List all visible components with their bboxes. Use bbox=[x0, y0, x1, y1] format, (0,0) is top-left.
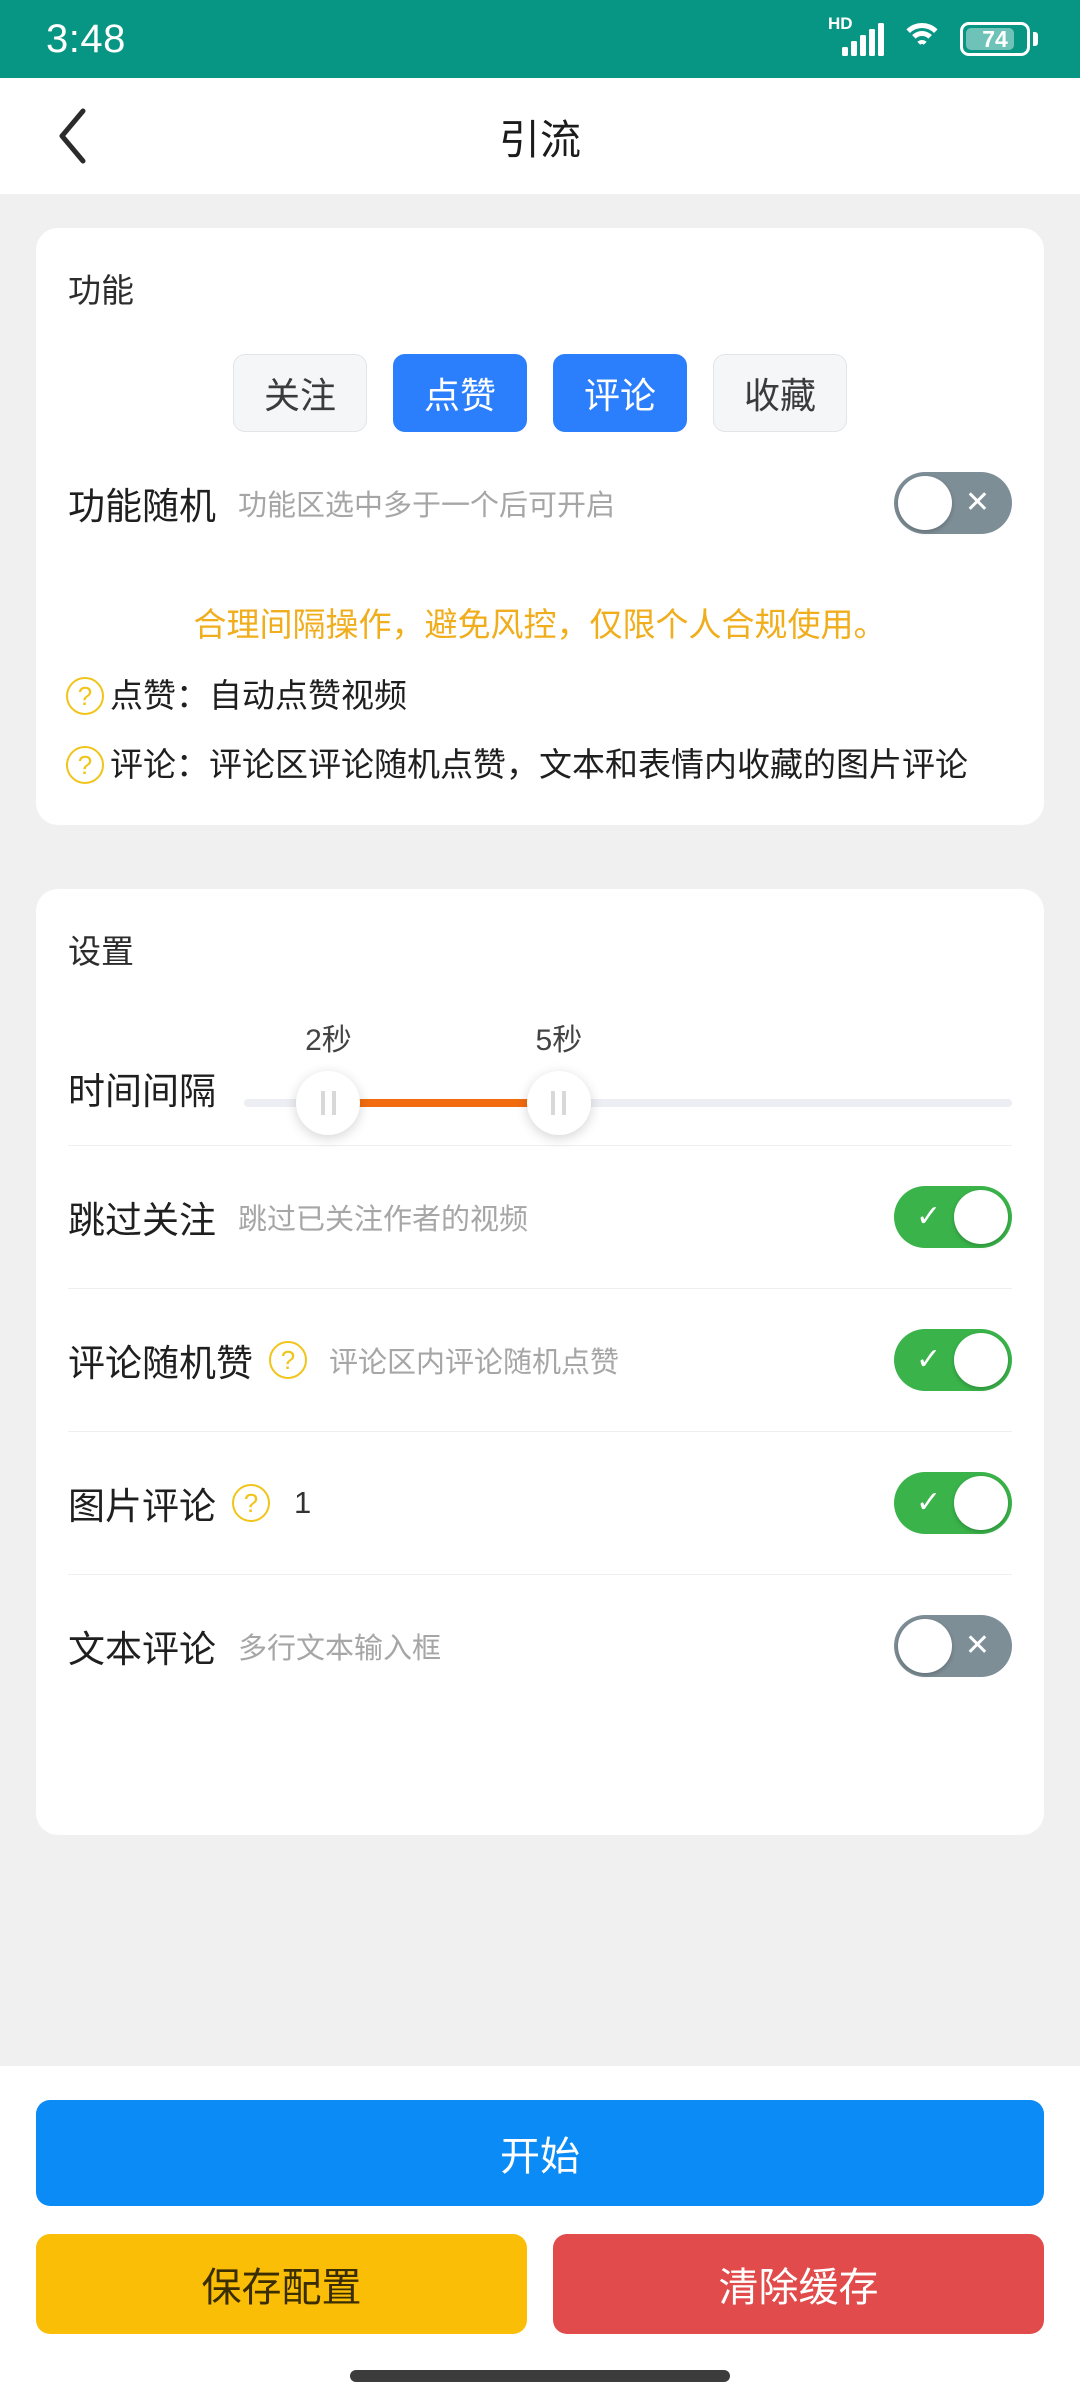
check-icon: ✓ bbox=[916, 1343, 942, 1377]
row-comment-random-like[interactable]: 评论随机赞 ? 评论区内评论随机点赞 ✓ bbox=[36, 1289, 1044, 1431]
row-function-random-label: 功能随机 bbox=[68, 486, 216, 527]
cross-icon: ✕ bbox=[964, 1629, 990, 1663]
question-circle-icon: ? bbox=[66, 746, 104, 785]
toggle-function-random[interactable]: ✕ bbox=[894, 472, 1012, 534]
check-icon: ✓ bbox=[916, 1200, 942, 1234]
cross-icon: ✕ bbox=[964, 486, 990, 519]
interval-slider[interactable]: 2秒 5秒 bbox=[244, 1024, 1012, 1145]
nav-bar: 引流 bbox=[0, 78, 1080, 194]
gap-top bbox=[0, 194, 1080, 228]
row-skip-followed-hint: 跳过已关注作者的视频 bbox=[238, 1204, 529, 1237]
row-function-random[interactable]: 功能随机 功能区选中多于一个后可开启 ✕ bbox=[36, 432, 1044, 574]
toggle-text-comment[interactable]: ✕ bbox=[894, 1615, 1012, 1678]
slider-min-tip: 2秒 bbox=[305, 1024, 352, 1058]
row-text-comment-label: 文本评论 bbox=[68, 1629, 216, 1671]
back-chevron-icon[interactable] bbox=[34, 98, 110, 174]
chip-follow[interactable]: 关注 bbox=[233, 354, 367, 432]
settings-card-bottom-pad bbox=[36, 1717, 1044, 1835]
help-line-comment: ? 评论：评论区评论随机点赞，文本和表情内收藏的图片评论 bbox=[36, 719, 1044, 825]
slider-max-tip: 5秒 bbox=[535, 1024, 583, 1058]
secondary-button-row: 保存配置 清除缓存 bbox=[36, 2234, 1044, 2334]
compliance-notice: 合理间隔操作，避免风控，仅限个人合规使用。 bbox=[193, 606, 887, 643]
start-button[interactable]: 开始 bbox=[36, 2100, 1044, 2206]
row-comment-random-like-label: 评论随机赞 bbox=[68, 1343, 253, 1385]
function-card-title: 功能 bbox=[68, 272, 134, 309]
status-icons: HD 74 bbox=[828, 15, 1038, 56]
gap-mid bbox=[0, 825, 1080, 889]
action-footer: 开始 保存配置 清除缓存 bbox=[0, 2066, 1080, 2400]
toggle-comment-random-like[interactable]: ✓ bbox=[894, 1329, 1012, 1392]
row-skip-followed[interactable]: 跳过关注 跳过已关注作者的视频 ✓ bbox=[36, 1146, 1044, 1288]
row-function-random-hint: 功能区选中多于一个后可开启 bbox=[238, 490, 616, 522]
toggle-knob bbox=[954, 1476, 1008, 1531]
clear-cache-button[interactable]: 清除缓存 bbox=[553, 2234, 1044, 2334]
chip-comment[interactable]: 评论 bbox=[553, 354, 687, 432]
help-line-comment-text: 评论：评论区评论随机点赞，文本和表情内收藏的图片评论 bbox=[110, 746, 968, 784]
wifi-icon bbox=[900, 23, 944, 55]
check-icon: ✓ bbox=[916, 1486, 942, 1520]
settings-card: 设置 时间间隔 2秒 5秒 跳过关注 跳过已关注作者的视频 ✓ 评论随机赞 ? … bbox=[36, 889, 1044, 1836]
row-text-comment-hint: 多行文本输入框 bbox=[238, 1633, 442, 1666]
page-title: 引流 bbox=[499, 117, 581, 163]
help-line-like: ? 点赞：自动点赞视频 bbox=[36, 650, 1044, 720]
home-indicator[interactable] bbox=[350, 2370, 730, 2382]
row-comment-random-like-hint: 评论区内评论随机点赞 bbox=[329, 1347, 620, 1380]
toggle-knob bbox=[898, 476, 952, 530]
toggle-knob bbox=[954, 1190, 1008, 1245]
battery-icon: 74 bbox=[960, 22, 1038, 56]
row-image-comment-value[interactable]: 1 bbox=[294, 1485, 311, 1521]
slider-handle-min[interactable] bbox=[296, 1071, 361, 1136]
slider-fill bbox=[328, 1099, 559, 1108]
settings-card-title: 设置 bbox=[68, 933, 134, 971]
toggle-image-comment[interactable]: ✓ bbox=[894, 1472, 1012, 1535]
row-image-comment-label: 图片评论 bbox=[68, 1486, 216, 1528]
row-skip-followed-label: 跳过关注 bbox=[68, 1200, 216, 1242]
status-time: 3:48 bbox=[46, 16, 126, 61]
question-circle-icon: ? bbox=[66, 676, 104, 715]
row-image-comment[interactable]: 图片评论 ? 1 ✓ bbox=[36, 1432, 1044, 1574]
toggle-knob bbox=[954, 1333, 1008, 1388]
function-card: 功能 关注 点赞 评论 收藏 功能随机 功能区选中多于一个后可开启 ✕ 合理间隔… bbox=[36, 228, 1044, 826]
help-line-like-text: 点赞：自动点赞视频 bbox=[110, 676, 407, 714]
chip-like[interactable]: 点赞 bbox=[393, 354, 527, 432]
question-circle-icon[interactable]: ? bbox=[269, 1341, 307, 1380]
interval-label: 时间间隔 bbox=[68, 1071, 216, 1113]
phone-screen: 3:48 HD 74 引流 功能 关注 点赞 评论 收藏 功能随机 功能区选中多… bbox=[0, 0, 1080, 2400]
toggle-knob bbox=[898, 1619, 952, 1674]
hd-label: HD bbox=[828, 14, 853, 33]
row-text-comment[interactable]: 文本评论 多行文本输入框 ✕ bbox=[36, 1575, 1044, 1717]
slider-handle-max[interactable] bbox=[526, 1071, 591, 1136]
question-circle-icon[interactable]: ? bbox=[232, 1484, 270, 1523]
hd-signal-icon: HD bbox=[828, 15, 884, 56]
function-chip-group: 关注 点赞 评论 收藏 bbox=[36, 312, 1044, 432]
interval-slider-block: 时间间隔 2秒 5秒 bbox=[36, 973, 1044, 1145]
battery-percent: 74 bbox=[982, 25, 1008, 52]
chip-favorite[interactable]: 收藏 bbox=[713, 354, 847, 432]
status-bar: 3:48 HD 74 bbox=[0, 0, 1080, 78]
save-config-button[interactable]: 保存配置 bbox=[36, 2234, 527, 2334]
toggle-skip-followed[interactable]: ✓ bbox=[894, 1186, 1012, 1249]
